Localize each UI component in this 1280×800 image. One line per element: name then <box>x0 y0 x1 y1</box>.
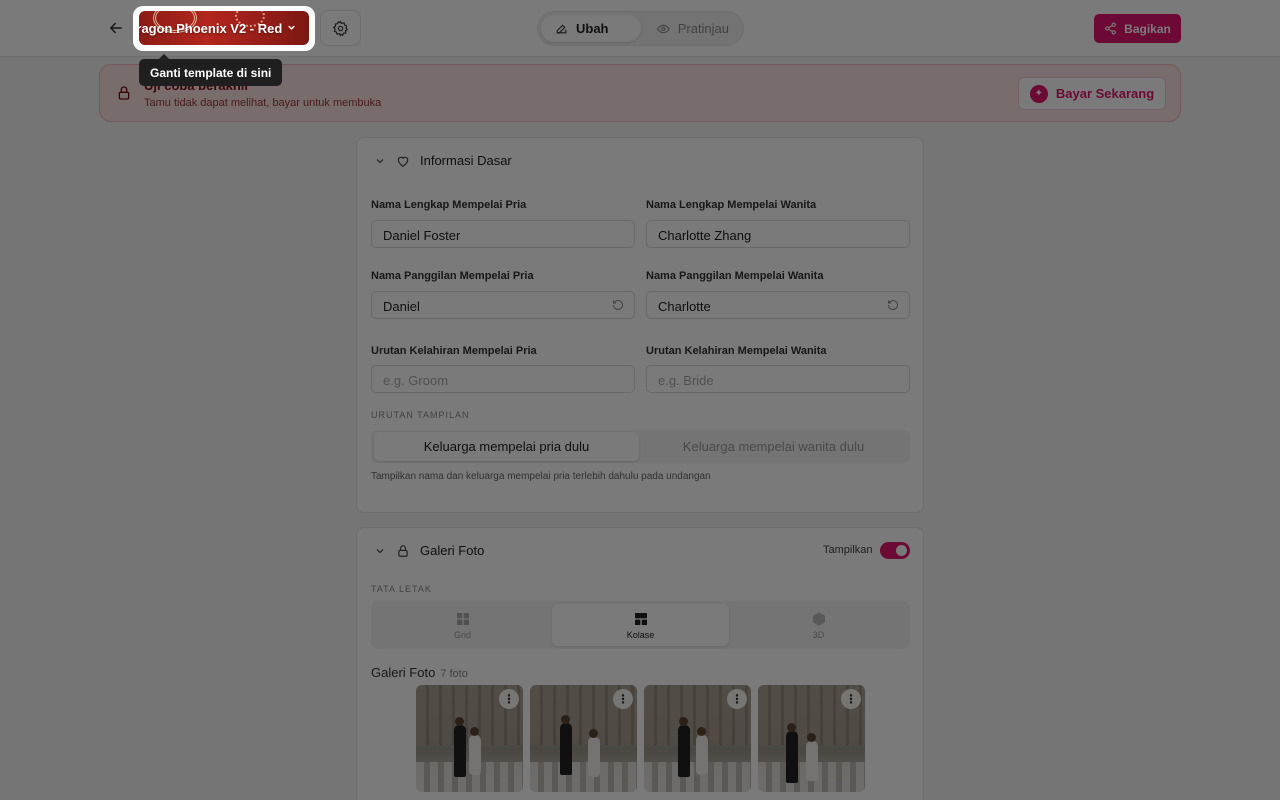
groom-order-label: Urutan Kelahiran Mempelai Pria <box>371 345 537 357</box>
settings-button[interactable] <box>320 10 361 46</box>
bride-nickname-field[interactable]: Charlotte <box>646 291 910 319</box>
basic-info-card: Informasi Dasar Nama Lengkap Mempelai Pr… <box>356 137 924 513</box>
banner-subtitle: Tamu tidak dapat melihat, bayar untuk me… <box>144 97 382 109</box>
bride-nickname-value: Charlotte <box>658 299 711 314</box>
bride-nickname-label: Nama Panggilan Mempelai Wanita <box>646 270 824 282</box>
groom-nickname-field[interactable]: Daniel <box>371 291 635 319</box>
bride-first-option[interactable]: Keluarga mempelai wanita dulu <box>641 432 906 461</box>
groom-first-option[interactable]: Keluarga mempelai pria dulu <box>374 432 639 461</box>
toggle-knob <box>896 545 907 556</box>
photo-menu-button[interactable]: ⋮ <box>841 689 861 709</box>
photo-thumbnail[interactable]: ⋮ <box>758 685 865 792</box>
show-toggle-label: Tampilkan <box>823 544 873 556</box>
preview-mode-label: Pratinjau <box>677 21 729 36</box>
lock-icon <box>398 544 408 557</box>
grid-icon <box>456 612 469 625</box>
basic-info-header[interactable]: Informasi Dasar <box>374 153 512 168</box>
share-label: Bagikan <box>1124 21 1171 36</box>
photo-list-title: Galeri Foto 7 foto <box>371 665 468 680</box>
sparkle-icon: ✦ <box>1029 84 1048 103</box>
template-tooltip: Ganti template di sini <box>139 54 283 86</box>
layout-3d-label: 3D <box>812 629 825 640</box>
reset-icon[interactable] <box>887 299 899 311</box>
basic-info-title: Informasi Dasar <box>420 153 512 168</box>
display-order-caption: URUTAN TAMPILAN <box>371 410 470 420</box>
layout-segmented: Grid Kolase 3D <box>371 601 910 649</box>
back-arrow-icon <box>110 22 122 34</box>
show-gallery-toggle[interactable] <box>880 542 910 559</box>
gear-icon <box>332 19 349 37</box>
bride-order-label: Urutan Kelahiran Mempelai Wanita <box>646 345 827 357</box>
photo-count: 7 foto <box>440 668 468 680</box>
layout-grid-label: Grid <box>453 629 471 640</box>
display-order-hint: Tampilkan nama dan keluarga mempelai pri… <box>371 471 711 482</box>
pay-now-button[interactable]: ✦ Bayar Sekarang <box>1018 77 1166 110</box>
cube-icon <box>812 611 825 626</box>
gallery-card: Galeri Foto Tampilkan TATA LETAK Grid Ko… <box>356 527 924 800</box>
photo-menu-button[interactable]: ⋮ <box>613 689 633 709</box>
photo-list-title-text: Galeri Foto <box>371 665 436 680</box>
collage-icon <box>634 612 647 625</box>
photo-thumbnail[interactable]: ⋮ <box>644 685 751 792</box>
template-selector[interactable]: Dragon Phoenix V2 - Red <box>139 11 309 45</box>
layout-caption: TATA LETAK <box>371 584 432 594</box>
edit-icon <box>556 24 567 34</box>
mode-toggle: Ubah Pratinjau <box>537 11 744 46</box>
eye-icon <box>657 24 670 33</box>
share-button[interactable]: Bagikan <box>1094 14 1181 43</box>
gallery-title: Galeri Foto <box>420 543 485 558</box>
gallery-header[interactable]: Galeri Foto <box>374 543 484 558</box>
photo-thumbnail[interactable]: ⋮ <box>530 685 637 792</box>
lock-icon <box>118 86 130 100</box>
chevron-down-icon <box>288 25 295 30</box>
photo-menu-button[interactable]: ⋮ <box>727 689 747 709</box>
groom-order-field[interactable]: e.g. Groom <box>371 365 635 393</box>
bride-fullname-label: Nama Lengkap Mempelai Wanita <box>646 199 817 211</box>
chevron-down-icon <box>376 548 384 553</box>
bride-order-field[interactable]: e.g. Bride <box>646 365 910 393</box>
pay-now-label: Bayar Sekarang <box>1055 86 1155 101</box>
chevron-down-icon <box>376 158 384 163</box>
layout-3d-button[interactable]: 3D <box>730 604 907 646</box>
layout-grid-button[interactable]: Grid <box>374 604 551 646</box>
layout-collage-label: Kolase <box>626 629 655 640</box>
photo-menu-button[interactable]: ⋮ <box>499 689 519 709</box>
groom-fullname-field[interactable]: Daniel Foster <box>371 220 635 248</box>
groom-nickname-value: Daniel <box>383 299 420 314</box>
photo-thumbnail[interactable]: ⋮ <box>416 685 523 792</box>
edit-mode-label: Ubah <box>576 21 609 36</box>
edit-mode-button[interactable]: Ubah <box>541 15 641 42</box>
template-name: Dragon Phoenix V2 - Red <box>139 21 283 36</box>
groom-fullname-label: Nama Lengkap Mempelai Pria <box>371 199 527 211</box>
display-order-segmented: Keluarga mempelai pria dulu Keluarga mem… <box>371 430 910 463</box>
groom-nickname-label: Nama Panggilan Mempelai Pria <box>371 270 534 282</box>
bride-fullname-field[interactable]: Charlotte Zhang <box>646 220 910 248</box>
layout-collage-button[interactable]: Kolase <box>552 604 729 646</box>
share-icon <box>1105 22 1117 35</box>
preview-mode-button[interactable]: Pratinjau <box>643 15 743 42</box>
reset-icon[interactable] <box>612 299 624 311</box>
heart-icon <box>397 156 409 167</box>
back-button[interactable] <box>104 16 128 40</box>
